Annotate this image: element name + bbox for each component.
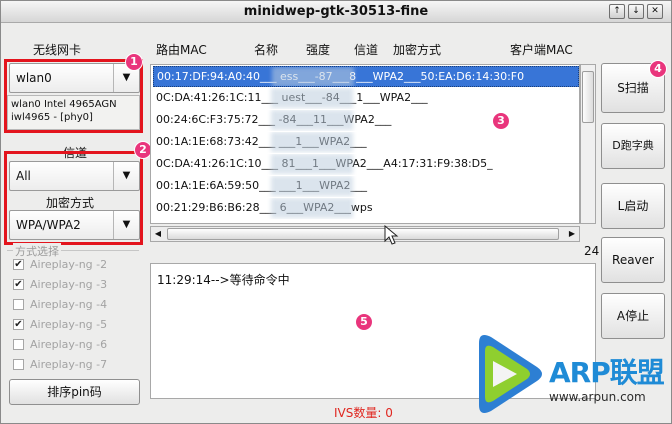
col-router-mac[interactable]: 路由MAC bbox=[156, 41, 207, 58]
highlight-frame-1 bbox=[4, 59, 143, 133]
start-button[interactable]: L启动 bbox=[601, 183, 665, 229]
scan-count: 24 bbox=[584, 244, 600, 258]
ap-list[interactable]: 00:17:DF:94:A0:40___ ess___-87___8___WPA… bbox=[150, 64, 580, 224]
col-encryption[interactable]: 加密方式 bbox=[393, 41, 441, 58]
close-button[interactable]: ✕ bbox=[647, 4, 663, 19]
table-row[interactable]: 00:24:6C:F3:75:72___ -84___11___WPA2___ bbox=[153, 110, 579, 131]
badge-5: 5 bbox=[355, 313, 373, 331]
sort-pin-button[interactable]: 排序pin码 bbox=[9, 379, 140, 405]
privacy-blur bbox=[271, 154, 353, 174]
option-aireplay-5[interactable]: ✔ Aireplay-ng -5 bbox=[13, 317, 133, 333]
ivs-count: IVS数量: 0 bbox=[334, 406, 393, 420]
col-signal[interactable]: 强度 bbox=[306, 41, 330, 58]
scroll-left-icon[interactable]: ◀ bbox=[151, 227, 165, 241]
option-aireplay-2[interactable]: ✔ Aireplay-ng -2 bbox=[13, 257, 133, 273]
checkbox-checked-icon[interactable]: ✔ bbox=[13, 319, 24, 330]
option-label: Aireplay-ng -5 bbox=[30, 318, 108, 331]
reaver-button[interactable]: Reaver bbox=[601, 237, 665, 283]
option-aireplay-6[interactable]: Aireplay-ng -6 bbox=[13, 337, 133, 353]
privacy-blur bbox=[271, 88, 353, 108]
app-window: minidwep-gtk-30513-fine ↑ ↓ ✕ 无线网卡 wlan0… bbox=[0, 0, 672, 424]
mouse-cursor-icon bbox=[384, 225, 399, 245]
table-row[interactable]: 00:1A:1E:6A:59:50___ ___1___WPA2___ bbox=[153, 176, 579, 197]
checkbox-unchecked-icon[interactable] bbox=[13, 359, 24, 370]
option-label: Aireplay-ng -7 bbox=[30, 358, 108, 371]
checkbox-unchecked-icon[interactable] bbox=[13, 339, 24, 350]
privacy-blur bbox=[271, 198, 353, 218]
maximize-up-button[interactable]: ↑ bbox=[609, 4, 625, 19]
table-row[interactable]: 00:21:29:B6:B6:28___ 6___WPA2___wps bbox=[153, 198, 579, 219]
wireless-card-label: 无线网卡 bbox=[33, 43, 82, 57]
col-channel[interactable]: 信道 bbox=[354, 41, 378, 58]
option-label: Aireplay-ng -2 bbox=[30, 258, 108, 271]
scroll-thumb[interactable] bbox=[582, 71, 594, 123]
privacy-blur bbox=[271, 176, 353, 196]
privacy-blur bbox=[271, 132, 353, 152]
checkbox-checked-icon[interactable]: ✔ bbox=[13, 279, 24, 290]
col-client-mac[interactable]: 客户端MAC bbox=[510, 41, 573, 58]
badge-4: 4 bbox=[649, 60, 667, 78]
table-row[interactable]: 00:1A:1E:68:73:42___ ___1___WPA2___ bbox=[153, 132, 579, 153]
scroll-thumb[interactable] bbox=[167, 228, 559, 240]
minimize-down-button[interactable]: ↓ bbox=[628, 4, 644, 19]
highlight-frame-2 bbox=[4, 151, 143, 245]
logo-name: ARP联盟 bbox=[549, 356, 665, 389]
option-label: Aireplay-ng -4 bbox=[30, 298, 108, 311]
list-horizontal-scrollbar[interactable]: ◀ ▶ bbox=[150, 226, 580, 242]
checkbox-unchecked-icon[interactable] bbox=[13, 299, 24, 310]
table-row[interactable]: 0C:DA:41:26:1C:10___ 81___1___WPA2___A4:… bbox=[153, 154, 579, 175]
option-label: Aireplay-ng -3 bbox=[30, 278, 108, 291]
list-vertical-scrollbar[interactable] bbox=[580, 64, 596, 224]
option-aireplay-7[interactable]: Aireplay-ng -7 bbox=[13, 357, 133, 373]
option-aireplay-3[interactable]: ✔ Aireplay-ng -3 bbox=[13, 277, 133, 293]
scroll-right-icon[interactable]: ▶ bbox=[565, 227, 579, 241]
option-aireplay-4[interactable]: Aireplay-ng -4 bbox=[13, 297, 133, 313]
option-label: Aireplay-ng -6 bbox=[30, 338, 108, 351]
privacy-blur bbox=[272, 67, 354, 86]
play-logo-icon bbox=[479, 335, 542, 413]
table-row[interactable]: 0C:DA:41:26:1C:11___ uest___-84___1___WP… bbox=[153, 88, 579, 109]
badge-3: 3 bbox=[492, 112, 510, 130]
title-bar: minidwep-gtk-30513-fine ↑ ↓ ✕ bbox=[1, 1, 671, 23]
logo-url: www.arpun.com bbox=[549, 390, 646, 404]
table-row[interactable]: 00:17:DF:94:A0:40___ ess___-87___8___WPA… bbox=[153, 66, 579, 87]
log-line: 11:29:14-->等待命令中 bbox=[157, 273, 290, 287]
badge-1: 1 bbox=[125, 53, 143, 71]
dictionary-button[interactable]: D跑字典 bbox=[601, 123, 665, 169]
arp-logo: ARP联盟 www.arpun.com bbox=[471, 327, 671, 423]
privacy-blur bbox=[271, 110, 353, 130]
col-name[interactable]: 名称 bbox=[254, 41, 278, 58]
checkbox-checked-icon[interactable]: ✔ bbox=[13, 259, 24, 270]
window-title: minidwep-gtk-30513-fine bbox=[243, 4, 429, 19]
